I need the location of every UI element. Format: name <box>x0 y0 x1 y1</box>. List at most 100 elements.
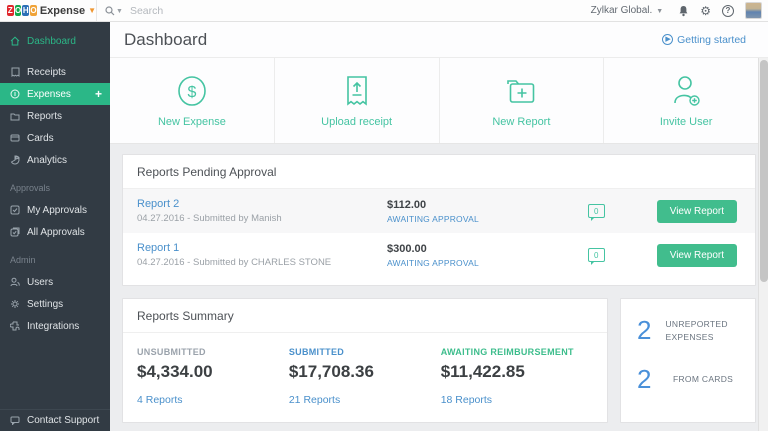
sidebar-item-label: Reports <box>27 111 62 122</box>
quick-action-label: Upload receipt <box>321 116 392 128</box>
report-amount: $112.00 <box>387 199 588 211</box>
stat-reports-link[interactable]: 18 Reports <box>441 394 593 406</box>
notifications-bell-icon[interactable] <box>678 5 689 17</box>
expenses-stats-card: 2 UNREPORTED EXPENSES 2 FROM CARDS <box>620 298 756 423</box>
upload-receipt-action[interactable]: Upload receipt <box>274 58 439 143</box>
invite-user-action[interactable]: Invite User <box>603 58 768 143</box>
users-icon <box>10 277 20 287</box>
logo-tile-o1: O <box>15 5 22 16</box>
page-header: Dashboard ▶ Getting started <box>110 22 768 58</box>
report-meta: 04.27.2016 - Submitted by Manish <box>137 213 387 224</box>
org-switcher[interactable]: Zylkar Global. <box>591 5 653 16</box>
getting-started-label: Getting started <box>677 34 746 46</box>
sidebar-item-receipts[interactable]: Receipts <box>0 61 110 83</box>
sidebar-item-label: My Approvals <box>27 205 87 216</box>
comments-bubble-icon[interactable]: 0 <box>588 248 605 262</box>
sidebar-item-label: Settings <box>27 299 63 310</box>
sidebar-item-integrations[interactable]: Integrations <box>0 315 110 337</box>
sidebar-item-label: All Approvals <box>27 227 85 238</box>
stat-submitted: SUBMITTED $17,708.36 21 Reports <box>289 347 441 406</box>
stat-value: 2 <box>637 315 665 346</box>
stat-reports-link[interactable]: 21 Reports <box>289 394 441 406</box>
search-icon <box>105 6 115 16</box>
receipt-upload-icon <box>344 74 370 108</box>
sidebar-item-label: Receipts <box>27 67 66 78</box>
sidebar-item-dashboard[interactable]: Dashboard <box>0 30 110 52</box>
report-link[interactable]: Report 1 <box>137 242 387 254</box>
report-status: AWAITING APPROVAL <box>387 214 588 224</box>
main-content: Dashboard ▶ Getting started $ New Expens… <box>110 22 768 431</box>
sidebar-item-label: Cards <box>27 133 54 144</box>
brand-dropdown-caret-icon[interactable]: ▼ <box>88 6 96 15</box>
svg-text:$: $ <box>187 84 196 101</box>
search-placeholder: Search <box>130 5 163 17</box>
sidebar-item-analytics[interactable]: Analytics <box>0 149 110 171</box>
user-plus-icon <box>670 74 702 108</box>
org-caret-icon[interactable]: ▼ <box>656 8 663 15</box>
page-title: Dashboard <box>124 30 207 50</box>
view-report-button[interactable]: View Report <box>657 200 737 223</box>
sidebar-item-expenses[interactable]: Expenses + <box>0 83 110 105</box>
sidebar-section-admin: Admin <box>0 243 110 271</box>
pending-report-row: Report 2 04.27.2016 - Submitted by Manis… <box>123 189 755 233</box>
sidebar-item-users[interactable]: Users <box>0 271 110 293</box>
sidebar-item-cards[interactable]: Cards <box>0 127 110 149</box>
settings-gear-icon[interactable]: ⚙ <box>700 5 711 17</box>
report-status: AWAITING APPROVAL <box>387 258 588 268</box>
gear-icon <box>10 299 20 309</box>
credit-card-icon <box>10 133 20 143</box>
report-amount: $300.00 <box>387 243 588 255</box>
sidebar-nav: Dashboard Receipts Expenses + Reports Ca… <box>0 22 110 431</box>
sidebar-item-label: Integrations <box>27 321 79 332</box>
play-circle-icon: ▶ <box>662 34 673 45</box>
receipt-icon <box>10 67 20 77</box>
getting-started-link[interactable]: ▶ Getting started <box>662 34 746 46</box>
sidebar-item-label: Dashboard <box>27 36 76 47</box>
sidebar-item-reports[interactable]: Reports <box>0 105 110 127</box>
stat-label: FROM CARDS <box>673 373 733 386</box>
unreported-expenses-stat[interactable]: 2 UNREPORTED EXPENSES <box>637 315 755 346</box>
quick-action-label: Invite User <box>660 116 713 128</box>
stat-amount: $4,334.00 <box>137 362 289 382</box>
sidebar-item-my-approvals[interactable]: My Approvals <box>0 199 110 221</box>
pending-report-row: Report 1 04.27.2016 - Submitted by CHARL… <box>123 233 755 277</box>
sidebar-item-label: Expenses <box>27 89 71 100</box>
from-cards-stat[interactable]: 2 FROM CARDS <box>637 364 755 395</box>
card-title: Reports Pending Approval <box>123 155 755 189</box>
sidebar-section-approvals: Approvals <box>0 171 110 199</box>
scrollbar-thumb[interactable] <box>760 60 768 282</box>
quick-action-label: New Report <box>492 116 550 128</box>
dollar-circle-icon: $ <box>175 74 209 108</box>
user-avatar[interactable] <box>745 2 762 19</box>
report-link[interactable]: Report 2 <box>137 198 387 210</box>
quick-action-label: New Expense <box>158 116 226 128</box>
help-icon[interactable]: ? <box>722 5 734 17</box>
stat-value: 2 <box>637 364 673 395</box>
add-expense-plus-icon[interactable]: + <box>95 88 102 100</box>
logo-tile-o2: O <box>30 5 37 16</box>
stat-label: UNSUBMITTED <box>137 347 289 357</box>
new-report-action[interactable]: New Report <box>439 58 604 143</box>
card-title: Reports Summary <box>123 299 607 333</box>
logo-tile-z: Z <box>7 5 14 16</box>
stat-label: UNREPORTED EXPENSES <box>665 318 755 344</box>
sidebar-item-all-approvals[interactable]: All Approvals <box>0 221 110 243</box>
reports-summary-card: Reports Summary UNSUBMITTED $4,334.00 4 … <box>122 298 608 423</box>
expense-icon <box>10 89 20 99</box>
search-scope-caret-icon[interactable]: ▼ <box>116 8 123 15</box>
sidebar-item-settings[interactable]: Settings <box>0 293 110 315</box>
stat-awaiting-reimbursement: AWAITING REIMBURSEMENT $11,422.85 18 Rep… <box>441 347 593 406</box>
scrollbar[interactable] <box>758 58 768 431</box>
contact-support-link[interactable]: Contact Support <box>0 409 110 431</box>
new-expense-action[interactable]: $ New Expense <box>110 58 274 143</box>
logo-tile-h: H <box>22 5 29 16</box>
view-report-button[interactable]: View Report <box>657 244 737 267</box>
search-input[interactable]: ▼ Search <box>96 0 591 21</box>
folder-icon <box>10 111 20 121</box>
comments-bubble-icon[interactable]: 0 <box>588 204 605 218</box>
stat-reports-link[interactable]: 4 Reports <box>137 394 289 406</box>
topbar-right: Zylkar Global. ▼ ⚙ ? <box>591 2 768 19</box>
app-logo[interactable]: Z O H O Expense ▼ <box>0 5 96 17</box>
home-icon <box>10 36 20 46</box>
brand-name: Expense <box>40 5 85 17</box>
